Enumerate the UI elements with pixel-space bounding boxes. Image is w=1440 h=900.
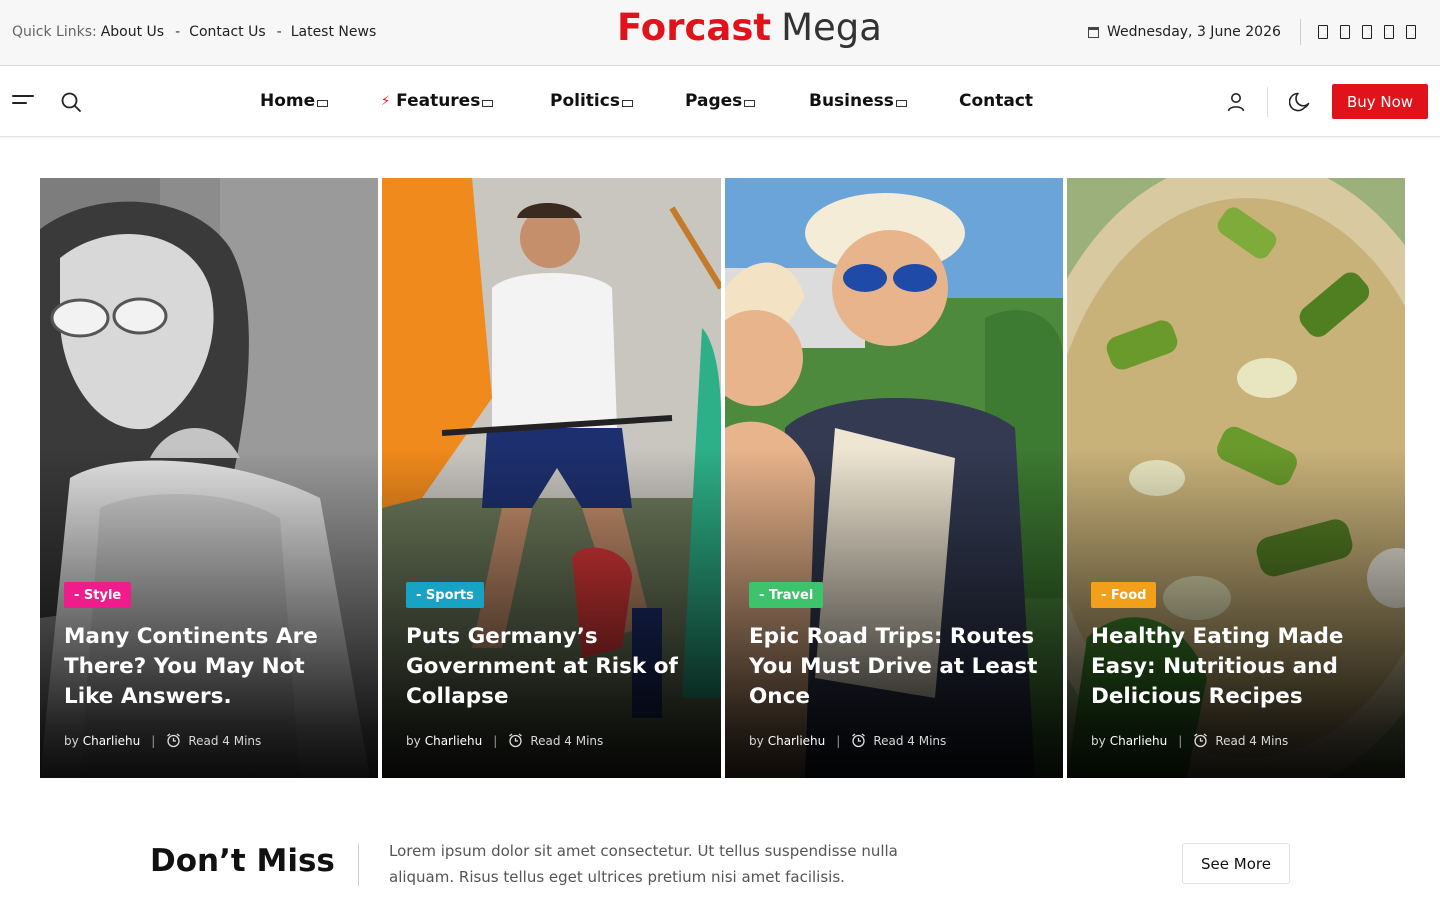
by-label: by <box>64 733 79 748</box>
nav-item-contact[interactable]: Contact <box>959 91 1033 111</box>
buy-now-button[interactable]: Buy Now <box>1332 84 1428 119</box>
chevron-down-icon <box>317 99 329 107</box>
author-name[interactable]: Charliehu <box>768 734 826 748</box>
user-icon[interactable] <box>1226 92 1246 112</box>
twitter-icon[interactable] <box>1340 25 1350 39</box>
top-bar: Quick Links: About Us - Contact Us - Lat… <box>0 0 1440 66</box>
divider <box>1267 87 1268 117</box>
clock-icon <box>852 733 866 748</box>
social-links <box>1318 25 1416 39</box>
chevron-down-icon <box>895 99 907 107</box>
instagram-icon[interactable] <box>1362 25 1372 39</box>
nav-item-label: Features <box>396 91 481 111</box>
main-nav: Home ⚡ Features Politics Pages Business C… <box>0 66 1440 137</box>
nav-item-label: Pages <box>685 91 743 111</box>
nav-item-label: Home <box>260 91 316 111</box>
author-name[interactable]: Charliehu <box>425 734 483 748</box>
article-title[interactable]: Healthy Eating Made Easy: Nutritious and… <box>1091 622 1386 712</box>
meta-divider: | <box>151 733 156 748</box>
category-badge[interactable]: - Sports <box>406 582 484 608</box>
article-card[interactable]: - Sports Puts Germany’s Government at Ri… <box>382 178 721 778</box>
link-separator: - <box>276 24 282 40</box>
clock-icon <box>1194 733 1208 748</box>
link-separator: - <box>175 24 181 40</box>
chevron-down-icon <box>621 99 633 107</box>
nav-item-label: Business <box>809 91 894 111</box>
meta-divider: | <box>493 733 498 748</box>
author-name[interactable]: Charliehu <box>1110 734 1168 748</box>
linkedin-icon[interactable] <box>1406 25 1416 39</box>
read-time: Read 4 Mins <box>873 733 947 748</box>
section-description: Lorem ipsum dolor sit amet consectetur. … <box>389 842 898 886</box>
read-time: Read 4 Mins <box>1215 733 1289 748</box>
divider <box>358 844 359 886</box>
chevron-down-icon <box>482 99 494 107</box>
calendar-icon <box>1088 26 1099 38</box>
date-text: Wednesday, 3 June 2026 <box>1107 24 1281 40</box>
nav-item-label: Contact <box>959 91 1034 111</box>
nav-item-pages[interactable]: Pages <box>685 91 756 111</box>
article-meta: by Charliehu | Read 4 Mins <box>406 733 603 748</box>
current-date: Wednesday, 3 June 2026 <box>1088 24 1281 40</box>
nav-item-label: Politics <box>550 91 620 111</box>
by-label: by <box>749 733 764 748</box>
link-latest-news[interactable]: Latest News <box>291 24 377 40</box>
image-overlay <box>725 448 1063 778</box>
logo-text-primary: Forcast <box>617 6 772 49</box>
link-about-us[interactable]: About Us <box>101 24 164 40</box>
clock-icon <box>509 733 523 748</box>
dark-mode-icon[interactable] <box>1289 91 1311 113</box>
category-badge[interactable]: - Style <box>64 582 132 608</box>
logo-text-secondary: Mega <box>781 6 882 49</box>
author-name[interactable]: Charliehu <box>83 734 141 748</box>
category-badge[interactable]: - Food <box>1091 582 1157 608</box>
link-contact-us[interactable]: Contact Us <box>189 24 265 40</box>
article-meta: by Charliehu | Read 4 Mins <box>1091 733 1288 748</box>
see-more-button[interactable]: See More <box>1182 843 1290 884</box>
nav-item-business[interactable]: Business <box>809 91 907 111</box>
chevron-down-icon <box>744 99 756 107</box>
article-title[interactable]: Epic Road Trips: Routes You Must Drive a… <box>749 622 1044 712</box>
image-overlay <box>40 448 378 778</box>
by-label: by <box>406 733 421 748</box>
article-title[interactable]: Puts Germany’s Government at Risk of Col… <box>406 622 701 712</box>
article-meta: by Charliehu | Read 4 Mins <box>64 733 261 748</box>
image-overlay <box>382 448 721 778</box>
section-title: Don’t Miss <box>150 843 335 879</box>
article-meta: by Charliehu | Read 4 Mins <box>749 733 946 748</box>
by-label: by <box>1091 733 1106 748</box>
article-title[interactable]: Many Continents Are There? You May Not L… <box>64 622 359 712</box>
site-logo[interactable]: Forcast Mega <box>617 6 882 50</box>
nav-item-features[interactable]: ⚡ Features <box>381 91 494 111</box>
nav-item-politics[interactable]: Politics <box>550 91 633 111</box>
bolt-icon: ⚡ <box>381 93 391 109</box>
quick-links-label: Quick Links: <box>12 24 97 40</box>
facebook-icon[interactable] <box>1318 25 1328 39</box>
meta-divider: | <box>836 733 841 748</box>
article-card[interactable]: - Travel Epic Road Trips: Routes You Mus… <box>725 178 1063 778</box>
category-badge[interactable]: - Travel <box>749 582 824 608</box>
read-time: Read 4 Mins <box>188 733 262 748</box>
read-time: Read 4 Mins <box>530 733 604 748</box>
image-overlay <box>1067 448 1405 778</box>
article-card[interactable]: - Food Healthy Eating Made Easy: Nutriti… <box>1067 178 1405 778</box>
youtube-icon[interactable] <box>1384 25 1394 39</box>
clock-icon <box>167 733 181 748</box>
quick-links: Quick Links: About Us - Contact Us - Lat… <box>12 24 376 40</box>
divider <box>1300 19 1301 45</box>
meta-divider: | <box>1178 733 1183 748</box>
article-card[interactable]: - Style Many Continents Are There? You M… <box>40 178 378 778</box>
nav-item-home[interactable]: Home <box>260 91 329 111</box>
nav-menu: Home ⚡ Features Politics Pages Business C… <box>0 66 1440 136</box>
